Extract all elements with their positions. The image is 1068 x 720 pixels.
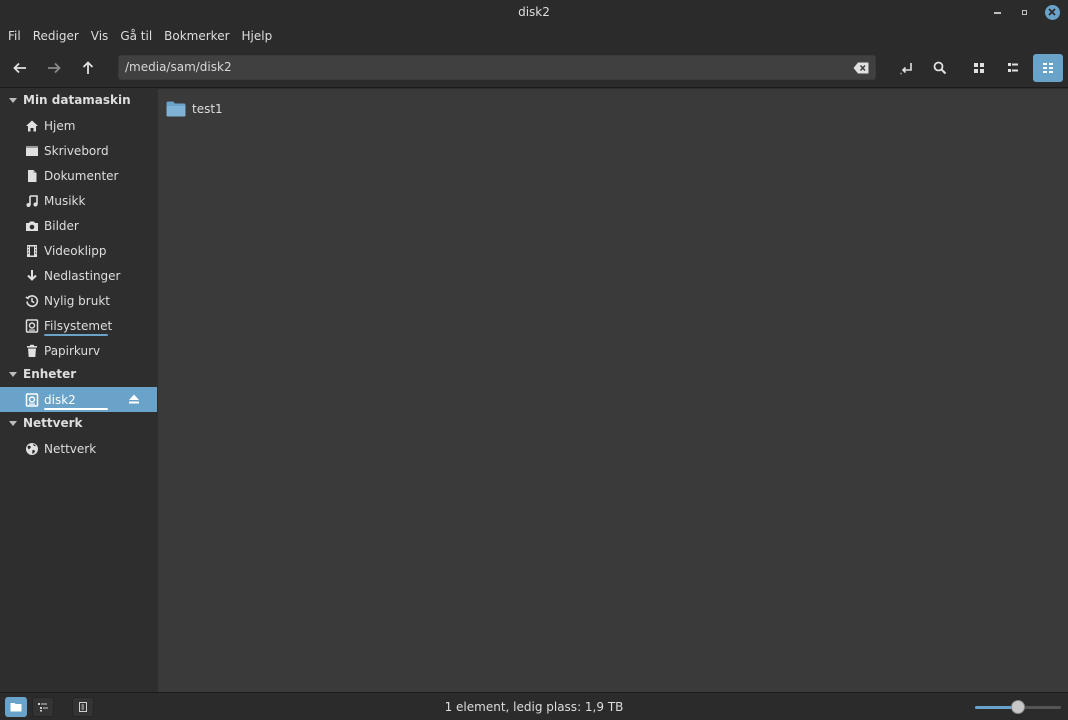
- folder-icon: [166, 101, 186, 117]
- sidebar-item-hjem[interactable]: Hjem: [0, 113, 157, 138]
- search-button[interactable]: [926, 54, 954, 82]
- menu-rediger[interactable]: Rediger: [27, 25, 85, 47]
- film-icon: [25, 244, 39, 258]
- status-text: 1 element, ledig plass: 1,9 TB: [444, 700, 624, 714]
- section-label: Min datamaskin: [23, 93, 131, 107]
- document-icon: [25, 169, 39, 183]
- clear-location-icon[interactable]: [853, 62, 869, 74]
- sidebar-item-nylig-brukt[interactable]: Nylig brukt: [0, 288, 157, 313]
- list-view-button[interactable]: [999, 54, 1027, 82]
- menu-hjelp[interactable]: Hjelp: [236, 25, 279, 47]
- icon-view-button[interactable]: [965, 54, 993, 82]
- file-name: test1: [192, 102, 223, 116]
- home-icon: [25, 119, 39, 133]
- up-button[interactable]: [74, 54, 102, 82]
- sidebar-item-label: Bilder: [44, 218, 79, 233]
- sidebar-item-videoklipp[interactable]: Videoklipp: [0, 238, 157, 263]
- location-toggle-icon: [900, 63, 912, 75]
- menu-bar: Fil Rediger Vis Gå til Bokmerker Hjelp: [0, 24, 1068, 48]
- compact-list-icon: [1043, 63, 1053, 73]
- compact-view-button[interactable]: [1033, 54, 1063, 82]
- file-manager-window: disk2 Fil Rediger Vis Gå til Bokmerker H…: [0, 0, 1068, 720]
- sidebar: Min datamaskin Hjem Skrivebord Dokumente…: [0, 89, 158, 692]
- sidebar-item-nedlastinger[interactable]: Nedlastinger: [0, 263, 157, 288]
- eject-icon[interactable]: [128, 393, 142, 407]
- sidebar-item-label: Videoklipp: [44, 243, 107, 258]
- menu-bokmerker[interactable]: Bokmerker: [158, 25, 235, 47]
- music-icon: [25, 194, 39, 208]
- close-button[interactable]: [1044, 4, 1060, 20]
- sidebar-item-label: Musikk: [44, 193, 86, 208]
- menu-ga-til[interactable]: Gå til: [114, 25, 158, 47]
- minimize-button[interactable]: [989, 4, 1005, 20]
- back-button[interactable]: [6, 54, 34, 82]
- location-bar[interactable]: /media/sam/disk2: [118, 55, 876, 80]
- section-nettverk[interactable]: Nettverk: [0, 412, 158, 434]
- drive-icon: [25, 318, 39, 333]
- grid-icon: [974, 63, 984, 73]
- sidebar-item-dokumenter[interactable]: Dokumenter: [0, 163, 157, 188]
- menu-fil[interactable]: Fil: [2, 25, 27, 47]
- expand-arrow-icon: [9, 420, 17, 426]
- section-min-datamaskin[interactable]: Min datamaskin: [0, 89, 158, 111]
- toggle-location-button[interactable]: [892, 54, 920, 82]
- sidebar-item-label: Skrivebord: [44, 143, 109, 158]
- arrow-right-icon: [48, 62, 61, 74]
- menu-vis[interactable]: Vis: [85, 25, 115, 47]
- minimize-icon: [993, 12, 1001, 14]
- sidebar-item-bilder[interactable]: Bilder: [0, 213, 157, 238]
- search-icon: [933, 61, 947, 75]
- location-input[interactable]: /media/sam/disk2: [125, 60, 232, 74]
- sidebar-item-label: Nettverk: [44, 441, 97, 456]
- maximize-icon: [1021, 9, 1027, 15]
- sidebar-item-label: Hjem: [44, 118, 76, 133]
- history-icon: [25, 294, 39, 308]
- close-icon: [1044, 4, 1060, 20]
- sidebar-item-label: Nedlastinger: [44, 268, 121, 283]
- sidebar-item-nettverk[interactable]: Nettverk: [0, 436, 157, 461]
- arrow-up-icon: [82, 61, 94, 74]
- section-label: Enheter: [23, 367, 77, 381]
- expand-arrow-icon: [9, 97, 17, 103]
- download-icon: [25, 269, 39, 283]
- sidebar-item-label: Nylig brukt: [44, 293, 110, 308]
- usage-bar-filsystemet: [44, 334, 108, 336]
- sidebar-item-musikk[interactable]: Musikk: [0, 188, 157, 213]
- drive-icon: [25, 392, 39, 407]
- section-label: Nettverk: [23, 416, 83, 430]
- globe-icon: [25, 442, 39, 456]
- folder-item[interactable]: test1: [166, 98, 223, 120]
- trash-icon: [25, 344, 39, 358]
- zoom-slider-handle[interactable]: [1011, 700, 1025, 714]
- sidebar-item-label: Papirkurv: [44, 343, 101, 358]
- sidebar-item-label: Dokumenter: [44, 168, 119, 183]
- window-title: disk2: [518, 5, 550, 19]
- maximize-button[interactable]: [1016, 4, 1032, 20]
- sidebar-item-label: Filsystemet: [44, 318, 113, 333]
- sidebar-item-label: disk2: [44, 392, 76, 407]
- forward-button[interactable]: [40, 54, 68, 82]
- file-view[interactable]: test1: [158, 89, 1068, 692]
- status-bar: 1 element, ledig plass: 1,9 TB: [0, 692, 1068, 720]
- section-enheter[interactable]: Enheter: [0, 363, 158, 385]
- title-bar: disk2: [0, 0, 1068, 24]
- desktop-icon: [25, 144, 39, 158]
- list-icon: [1008, 63, 1018, 72]
- sidebar-item-skrivebord[interactable]: Skrivebord: [0, 138, 157, 163]
- sidebar-item-papirkurv[interactable]: Papirkurv: [0, 338, 157, 363]
- expand-arrow-icon: [9, 371, 17, 377]
- usage-bar-disk2: [44, 408, 108, 410]
- arrow-left-icon: [13, 62, 26, 74]
- camera-icon: [25, 219, 39, 233]
